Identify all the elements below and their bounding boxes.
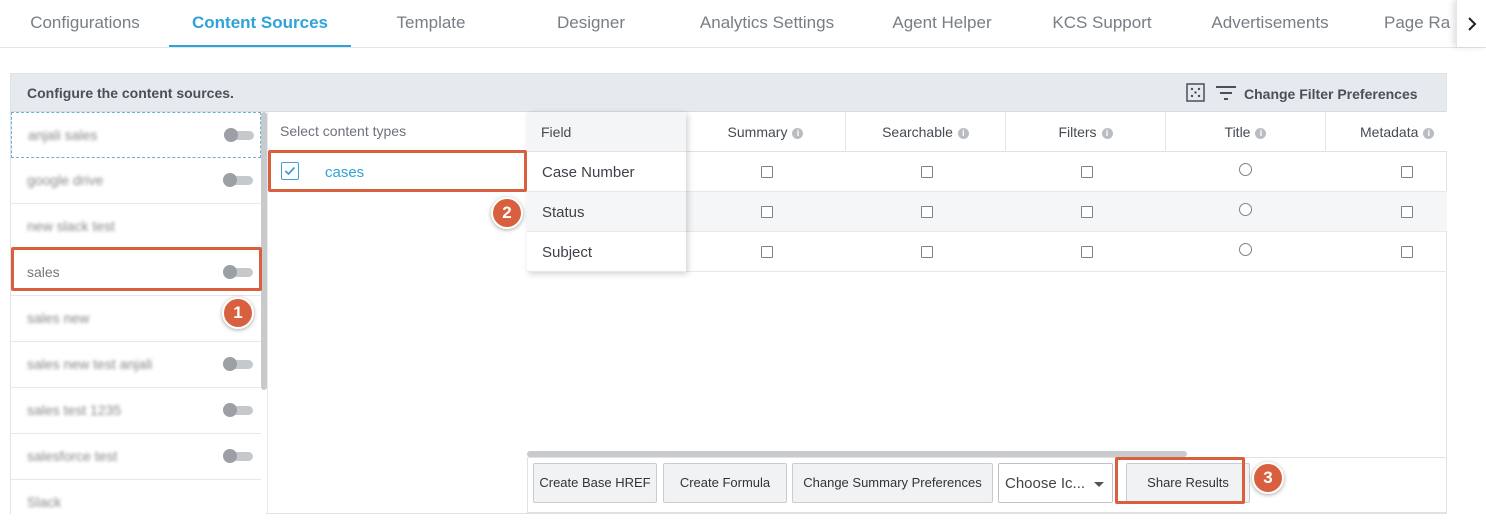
step-marker: 3: [1252, 462, 1284, 494]
caret-down-icon: [1094, 482, 1104, 487]
column-header-filters: Filters i: [1006, 112, 1166, 152]
tab-scroll-next-button[interactable]: [1456, 0, 1486, 47]
panel-title: Configure the content sources.: [27, 85, 234, 101]
title-radio[interactable]: [1239, 203, 1252, 216]
content-sources-panel: Configure the content sources. Change Fi…: [10, 73, 1447, 514]
tab-agent-helper[interactable]: Agent Helper: [880, 0, 1004, 47]
source-item[interactable]: new slack test: [11, 204, 261, 250]
source-toggle[interactable]: [223, 265, 253, 279]
source-item[interactable]: google drive: [11, 158, 261, 204]
create-formula-button[interactable]: Create Formula: [663, 463, 787, 503]
info-icon[interactable]: i: [1255, 128, 1267, 139]
info-icon[interactable]: i: [792, 128, 804, 139]
source-toggle[interactable]: [223, 173, 253, 187]
content-types-column: Select content types cases: [267, 112, 527, 514]
tab-kcs-support[interactable]: KCS Support: [1044, 0, 1160, 47]
filters-checkbox[interactable]: [1081, 246, 1093, 258]
tab-analytics-settings[interactable]: Analytics Settings: [688, 0, 846, 47]
searchable-checkbox[interactable]: [921, 166, 933, 178]
bottom-toolbar: Create Base HREF Create Formula Change S…: [527, 457, 1447, 513]
create-base-href-button[interactable]: Create Base HREF: [533, 463, 657, 503]
source-label: new slack test: [27, 218, 115, 234]
title-radio[interactable]: [1239, 163, 1252, 176]
choose-icon-select[interactable]: Choose Ic...: [998, 463, 1113, 503]
source-label: sales test 1235: [27, 402, 122, 418]
top-tab-bar: Configurations Content Sources Template …: [0, 0, 1486, 48]
checkmark-icon: [284, 166, 296, 176]
share-results-button[interactable]: Share Results: [1126, 463, 1250, 503]
tab-configurations[interactable]: Configurations: [18, 0, 152, 47]
title-radio[interactable]: [1239, 243, 1252, 256]
searchable-checkbox[interactable]: [921, 246, 933, 258]
source-item[interactable]: sales test 1235: [11, 388, 261, 434]
metadata-checkbox[interactable]: [1401, 166, 1413, 178]
tab-content-sources[interactable]: Content Sources: [169, 0, 351, 47]
field-name-cell: Subject: [527, 232, 686, 272]
searchable-checkbox[interactable]: [921, 206, 933, 218]
choose-icon-value: Choose Ic...: [1005, 475, 1086, 492]
filter-icon[interactable]: [1216, 84, 1236, 101]
source-item[interactable]: anjali sales: [11, 112, 261, 158]
field-name-cell: Case Number: [527, 152, 686, 192]
tab-template[interactable]: Template: [382, 0, 480, 47]
source-label: sales new: [27, 310, 90, 326]
content-type-label-cases[interactable]: cases: [325, 164, 364, 181]
metadata-checkbox[interactable]: [1401, 246, 1413, 258]
source-toggle[interactable]: [223, 449, 253, 463]
column-header-searchable: Searchable i: [846, 112, 1006, 152]
info-icon[interactable]: i: [1423, 128, 1435, 139]
source-label: sales new test anjali: [27, 356, 153, 372]
info-icon[interactable]: i: [1101, 128, 1113, 139]
content-types-header: Select content types: [280, 123, 407, 139]
field-column-header: Field: [527, 112, 686, 152]
cases-checkbox[interactable]: [281, 162, 299, 180]
filters-checkbox[interactable]: [1081, 206, 1093, 218]
filters-checkbox[interactable]: [1081, 166, 1093, 178]
change-summary-preferences-button[interactable]: Change Summary Preferences: [792, 463, 993, 503]
source-label: google drive: [27, 172, 104, 188]
source-item[interactable]: Slack: [11, 480, 261, 514]
field-name-cell: Status: [527, 192, 686, 232]
tab-advertisements[interactable]: Advertisements: [1199, 0, 1341, 47]
change-filter-preferences-link[interactable]: Change Filter Preferences: [1244, 86, 1418, 102]
source-item-sales[interactable]: sales: [11, 250, 261, 296]
tab-page-ratings[interactable]: Page Ra: [1384, 0, 1456, 47]
source-label: salesforce test: [27, 448, 118, 464]
step-marker: 2: [491, 197, 523, 229]
grid-layout-icon[interactable]: [1186, 83, 1205, 102]
column-header-title: Title i: [1166, 112, 1326, 152]
source-toggle[interactable]: [223, 403, 253, 417]
info-icon[interactable]: i: [957, 128, 969, 139]
panel-header: Configure the content sources. Change Fi…: [11, 74, 1446, 112]
field-name-column: Field Case Number Status Subject: [527, 112, 686, 272]
tab-designer[interactable]: Designer: [545, 0, 637, 47]
source-item[interactable]: salesforce test: [11, 434, 261, 480]
source-label: sales: [27, 264, 60, 280]
summary-checkbox[interactable]: [761, 206, 773, 218]
summary-checkbox[interactable]: [761, 246, 773, 258]
chevron-right-icon: [1467, 16, 1476, 31]
column-header-metadata: Metadata i: [1326, 112, 1447, 152]
step-marker: 1: [222, 297, 254, 329]
source-item[interactable]: sales new test anjali: [11, 342, 261, 388]
source-toggle[interactable]: [223, 357, 253, 371]
source-label: Slack: [27, 494, 62, 510]
column-header-summary: Summary i: [686, 112, 846, 152]
source-label: anjali sales: [28, 127, 98, 143]
summary-checkbox[interactable]: [761, 166, 773, 178]
metadata-checkbox[interactable]: [1401, 206, 1413, 218]
source-toggle[interactable]: [224, 128, 254, 142]
